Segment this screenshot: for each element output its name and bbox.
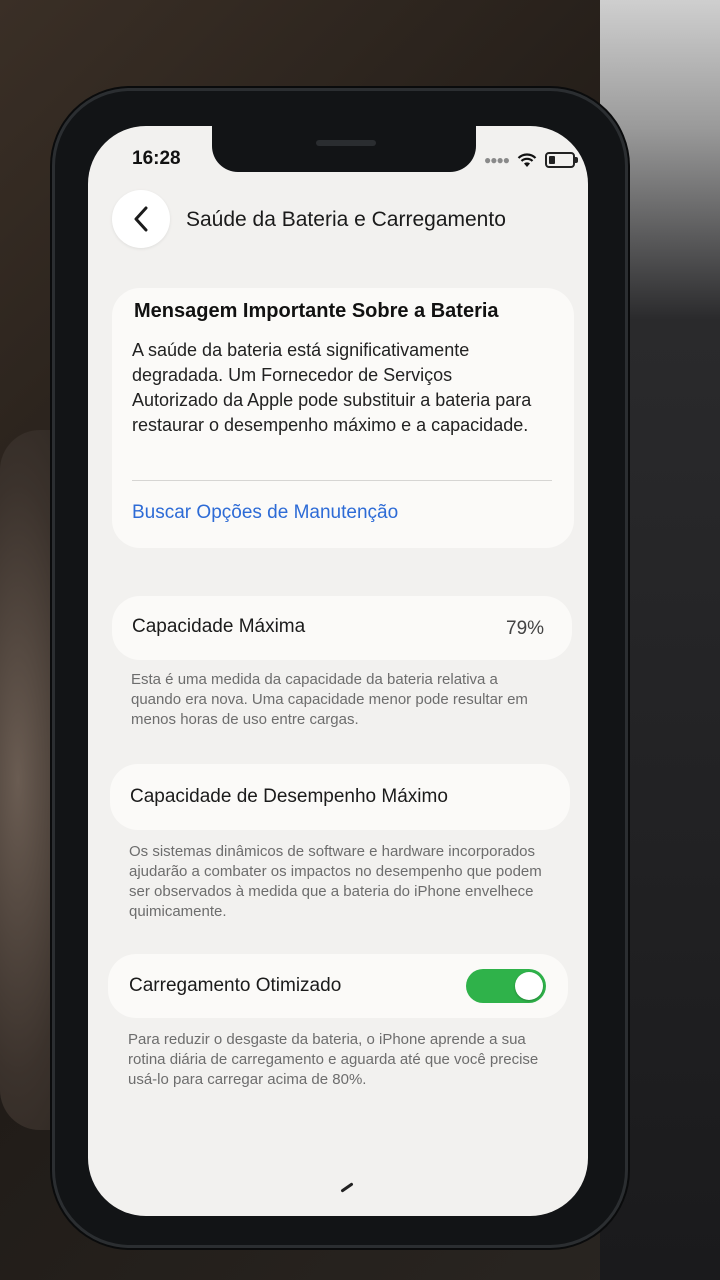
max-capacity-value: 79% <box>506 618 545 639</box>
optimized-charging-toggle[interactable] <box>466 969 546 1003</box>
peak-performance-note: Os sistemas dinâmicos de software e hard… <box>129 843 542 920</box>
optimized-charging-label: Carregamento Otimizado <box>129 975 342 996</box>
battery-icon <box>545 152 578 168</box>
notch <box>212 126 476 172</box>
wifi-icon <box>517 152 537 167</box>
optimized-charging-note: Para reduzir o desgaste da bateria, o iP… <box>128 1031 539 1088</box>
speaker <box>316 140 376 146</box>
status-icons: ●●●● <box>484 152 578 168</box>
status-time: 16:28 <box>132 148 181 169</box>
page-title: Saúde da Bateria e Carregamento <box>186 208 506 231</box>
peak-performance-label: Capacidade de Desempenho Máximo <box>130 786 448 807</box>
max-capacity-note: Esta é uma medida da capacidade da bater… <box>131 671 528 728</box>
toggle-knob <box>515 972 543 1000</box>
chevron-left-icon <box>134 206 148 232</box>
service-options-link[interactable]: Buscar Opções de Manutenção <box>132 502 398 524</box>
back-button[interactable] <box>112 190 170 248</box>
message-title: Mensagem Importante Sobre a Bateria <box>134 300 499 322</box>
cellular-signal-icon: ●●●● <box>484 153 510 167</box>
message-body: A saúde da bateria está significativamen… <box>132 340 532 435</box>
divider <box>132 480 552 481</box>
max-capacity-label: Capacidade Máxima <box>132 616 306 637</box>
